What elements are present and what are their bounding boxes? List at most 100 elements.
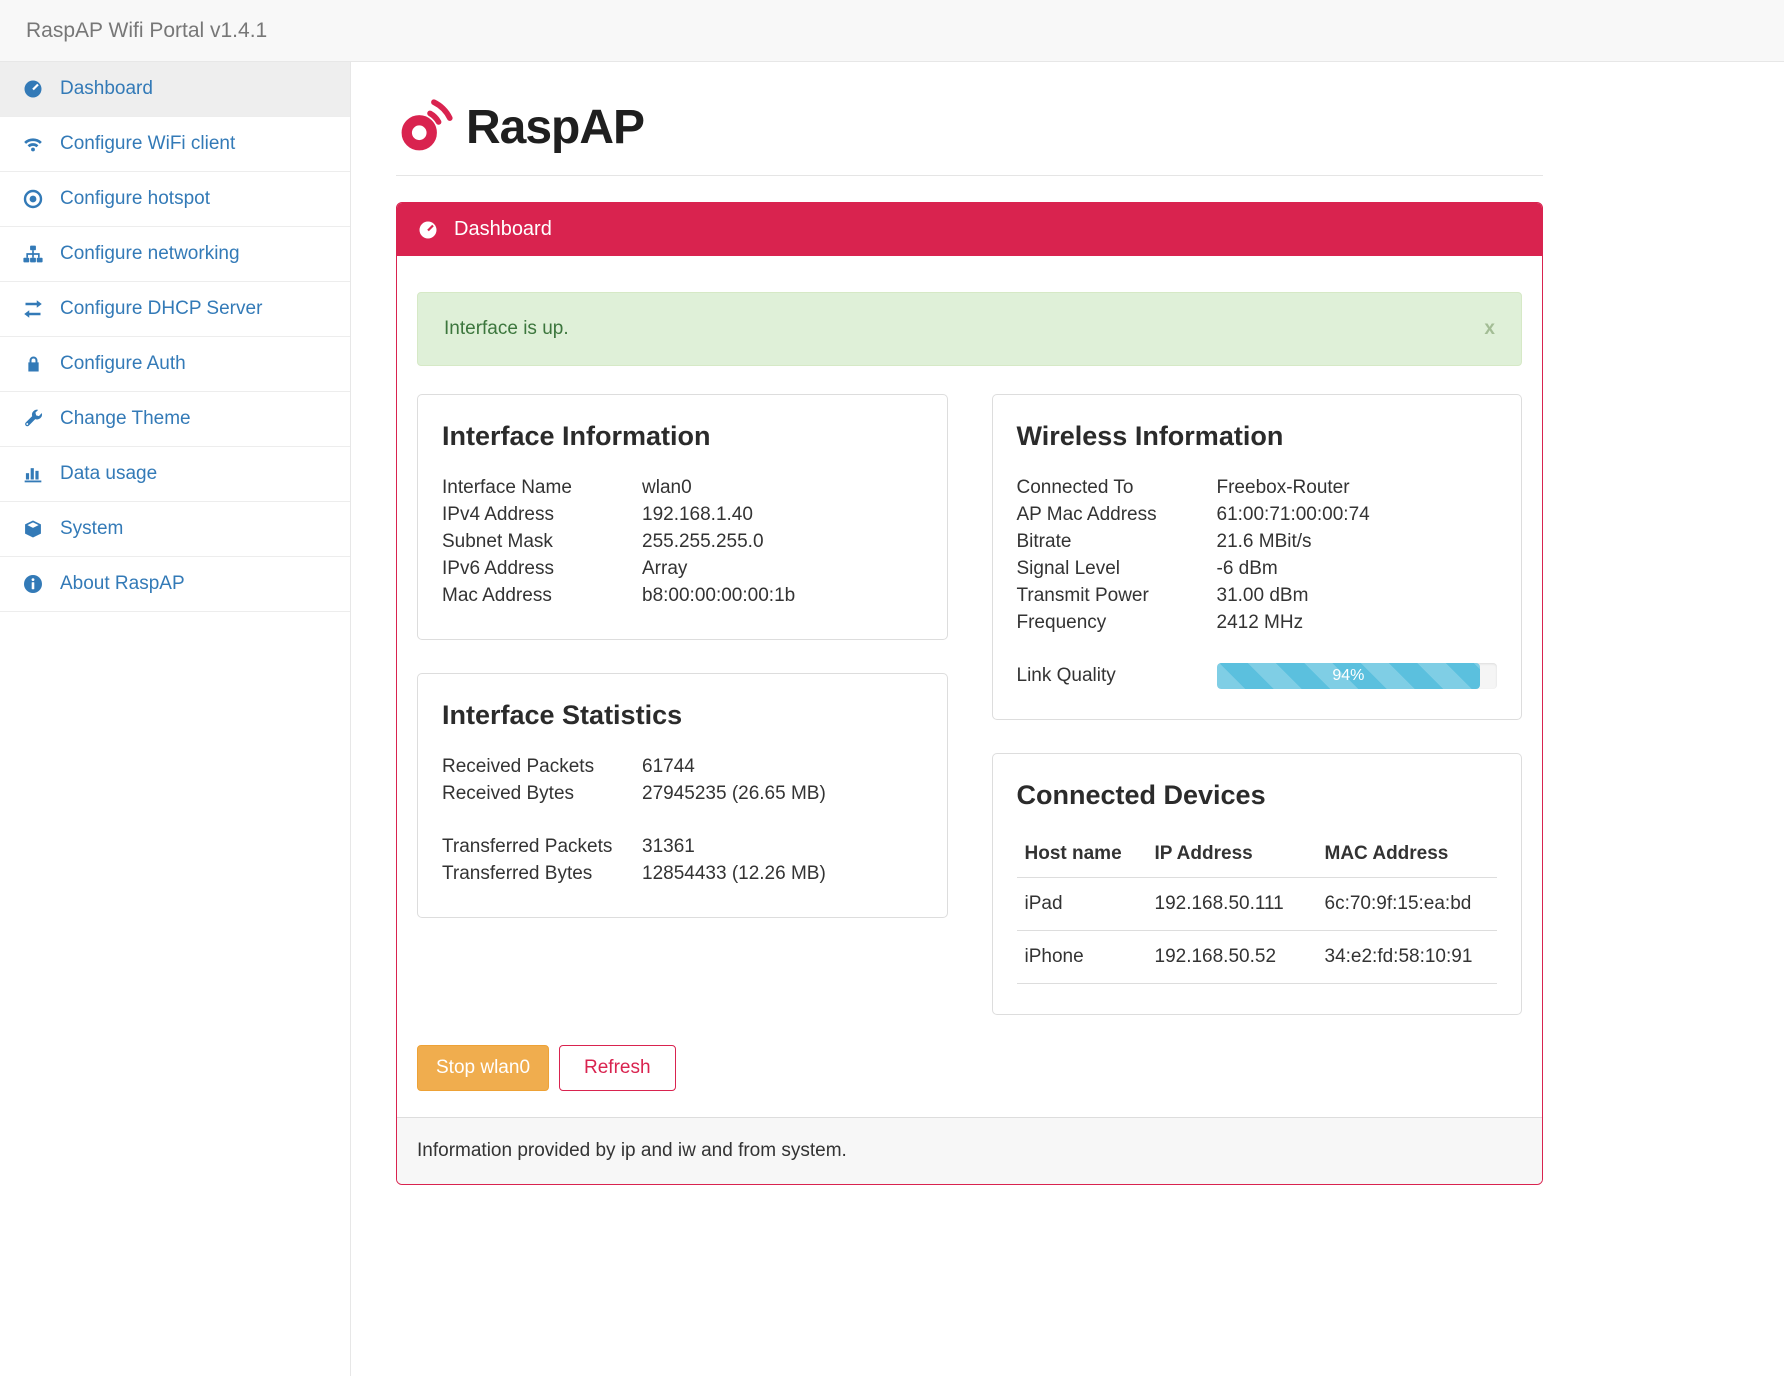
link-quality-row: Link Quality 94% xyxy=(1016,663,1497,689)
brand: RaspAP xyxy=(396,94,1543,161)
row-label: Link Quality xyxy=(1016,665,1116,686)
row-value: 255.255.255.0 xyxy=(642,531,764,552)
info-row: Interface Name wlan0 xyxy=(442,474,923,501)
device-mac: 34:e2:fd:58:10:91 xyxy=(1316,930,1497,984)
link-quality-fill: 94% xyxy=(1216,663,1481,689)
exchange-icon xyxy=(20,299,46,319)
row-label: Received Bytes xyxy=(442,783,575,804)
row-value: 27945235 (26.65 MB) xyxy=(642,783,826,804)
stats-row: Received Packets 61744 xyxy=(442,753,923,780)
stats-row: Transferred Packets 31361 xyxy=(442,833,923,860)
wireless-information-card: Wireless Information Connected To Freebox… xyxy=(991,394,1522,720)
card-title: Interface Statistics xyxy=(442,700,683,730)
info-circle-icon xyxy=(20,574,46,594)
gauge-icon xyxy=(415,220,441,240)
panel-footer: Information provided by ip and iw and fr… xyxy=(397,1117,1542,1184)
top-navbar: RaspAP Wifi Portal v1.4.1 xyxy=(0,0,1784,62)
row-label: Transmit Power xyxy=(1016,585,1149,606)
wireless-row: Signal Level -6 dBm xyxy=(1017,555,1498,582)
right-column: Wireless Information Connected To Freebox… xyxy=(991,394,1522,1015)
alert-close-button[interactable]: x xyxy=(1484,318,1495,340)
gauge-icon xyxy=(20,79,46,99)
row-value: wlan0 xyxy=(642,477,692,498)
connected-devices-card: Connected Devices Host name IP Address M… xyxy=(991,753,1522,1015)
raspap-logo-icon xyxy=(396,94,458,161)
sidebar-item-label: Configure WiFi client xyxy=(60,133,236,154)
row-label: Mac Address xyxy=(442,585,552,606)
refresh-button[interactable]: Refresh xyxy=(559,1045,676,1091)
brand-name: RaspAP xyxy=(466,101,645,154)
row-label: Signal Level xyxy=(1016,558,1121,579)
card-title: Interface Information xyxy=(442,421,711,451)
device-ip: 192.168.50.111 xyxy=(1146,877,1317,931)
row-value: 61744 xyxy=(642,756,695,777)
divider xyxy=(396,175,1543,176)
col-header-mac-address: MAC Address xyxy=(1316,833,1497,878)
sidebar-item-configure-hotspot[interactable]: Configure hotspot xyxy=(0,172,350,227)
device-host: iPhone xyxy=(1016,930,1147,984)
info-row: IPv4 Address 192.168.1.40 xyxy=(442,501,923,528)
sidebar-item-dashboard[interactable]: Dashboard xyxy=(0,62,350,117)
row-value: 31.00 dBm xyxy=(1216,585,1309,606)
link-quality-progress: 94% xyxy=(1216,663,1497,689)
stop-wlan0-button[interactable]: Stop wlan0 xyxy=(417,1045,550,1091)
bar-chart-icon xyxy=(20,464,46,484)
row-label: Subnet Mask xyxy=(442,531,553,552)
info-row: Mac Address b8:00:00:00:00:1b xyxy=(442,582,923,609)
left-column: Interface Information Interface Name wlan… xyxy=(417,394,948,1015)
sidebar-item-system[interactable]: System xyxy=(0,502,350,557)
info-row: IPv6 Address Array xyxy=(442,555,923,582)
sidebar-item-label: Configure hotspot xyxy=(60,188,210,209)
dot-circle-icon xyxy=(20,189,46,209)
interface-information-card: Interface Information Interface Name wlan… xyxy=(417,394,948,640)
devices-header-row: Host name IP Address MAC Address xyxy=(1016,833,1497,878)
row-label: Received Packets xyxy=(442,756,595,777)
app-title: RaspAP Wifi Portal v1.4.1 xyxy=(26,18,268,42)
sidebar-item-label: About RaspAP xyxy=(60,573,185,594)
wireless-row: Bitrate 21.6 MBit/s xyxy=(1017,528,1498,555)
row-value: -6 dBm xyxy=(1216,558,1278,579)
main-content: RaspAP Dashboard Interface is up. x Inte… xyxy=(351,62,1784,1376)
col-header-host-name: Host name xyxy=(1016,833,1147,878)
wireless-row: AP Mac Address 61:00:71:00:00:74 xyxy=(1017,501,1498,528)
sidebar-item-label: Change Theme xyxy=(60,408,191,429)
sidebar-item-label: Configure Auth xyxy=(60,353,186,374)
wireless-row: Frequency 2412 MHz xyxy=(1017,609,1498,636)
sidebar-item-configure-wifi-client[interactable]: Configure WiFi client xyxy=(0,117,350,172)
card-title: Connected Devices xyxy=(1016,780,1266,810)
device-mac: 6c:70:9f:15:ea:bd xyxy=(1316,877,1497,931)
row-value: Array xyxy=(642,558,688,579)
alert-success: Interface is up. x xyxy=(417,292,1522,366)
wireless-row: Transmit Power 31.00 dBm xyxy=(1017,582,1498,609)
row-value: 12854433 (12.26 MB) xyxy=(642,863,826,884)
sidebar-item-configure-dhcp-server[interactable]: Configure DHCP Server xyxy=(0,282,350,337)
row-value: Freebox-Router xyxy=(1216,477,1350,498)
sidebar-item-about-raspap[interactable]: About RaspAP xyxy=(0,557,350,612)
row-label: Interface Name xyxy=(442,477,572,498)
row-value: 61:00:71:00:00:74 xyxy=(1216,504,1370,525)
row-value: b8:00:00:00:00:1b xyxy=(642,585,796,606)
devices-table: Host name IP Address MAC Address iPad 19… xyxy=(1016,833,1497,984)
panel-heading: Dashboard xyxy=(397,203,1542,256)
sidebar-item-configure-auth[interactable]: Configure Auth xyxy=(0,337,350,392)
row-label: Transferred Packets xyxy=(442,836,613,857)
sidebar-item-data-usage[interactable]: Data usage xyxy=(0,447,350,502)
alert-message: Interface is up. xyxy=(444,318,569,339)
sidebar-item-label: Configure networking xyxy=(60,243,240,264)
sidebar-item-change-theme[interactable]: Change Theme xyxy=(0,392,350,447)
device-ip: 192.168.50.52 xyxy=(1146,930,1317,984)
interface-statistics-card: Interface Statistics Received Packets 617… xyxy=(417,673,948,918)
sidebar-item-configure-networking[interactable]: Configure networking xyxy=(0,227,350,282)
stats-row: Received Bytes 27945235 (26.65 MB) xyxy=(442,780,923,807)
device-row: iPhone 192.168.50.52 34:e2:fd:58:10:91 xyxy=(1016,930,1497,984)
info-row: Subnet Mask 255.255.255.0 xyxy=(442,528,923,555)
col-header-ip-address: IP Address xyxy=(1146,833,1317,878)
wifi-icon xyxy=(20,134,46,154)
wireless-row: Connected To Freebox-Router xyxy=(1017,474,1498,501)
row-label: Frequency xyxy=(1016,612,1107,633)
card-title: Wireless Information xyxy=(1016,421,1284,451)
row-label: AP Mac Address xyxy=(1016,504,1157,525)
device-host: iPad xyxy=(1016,877,1147,931)
sidebar-item-label: Configure DHCP Server xyxy=(60,298,263,319)
sitemap-icon xyxy=(20,244,46,264)
